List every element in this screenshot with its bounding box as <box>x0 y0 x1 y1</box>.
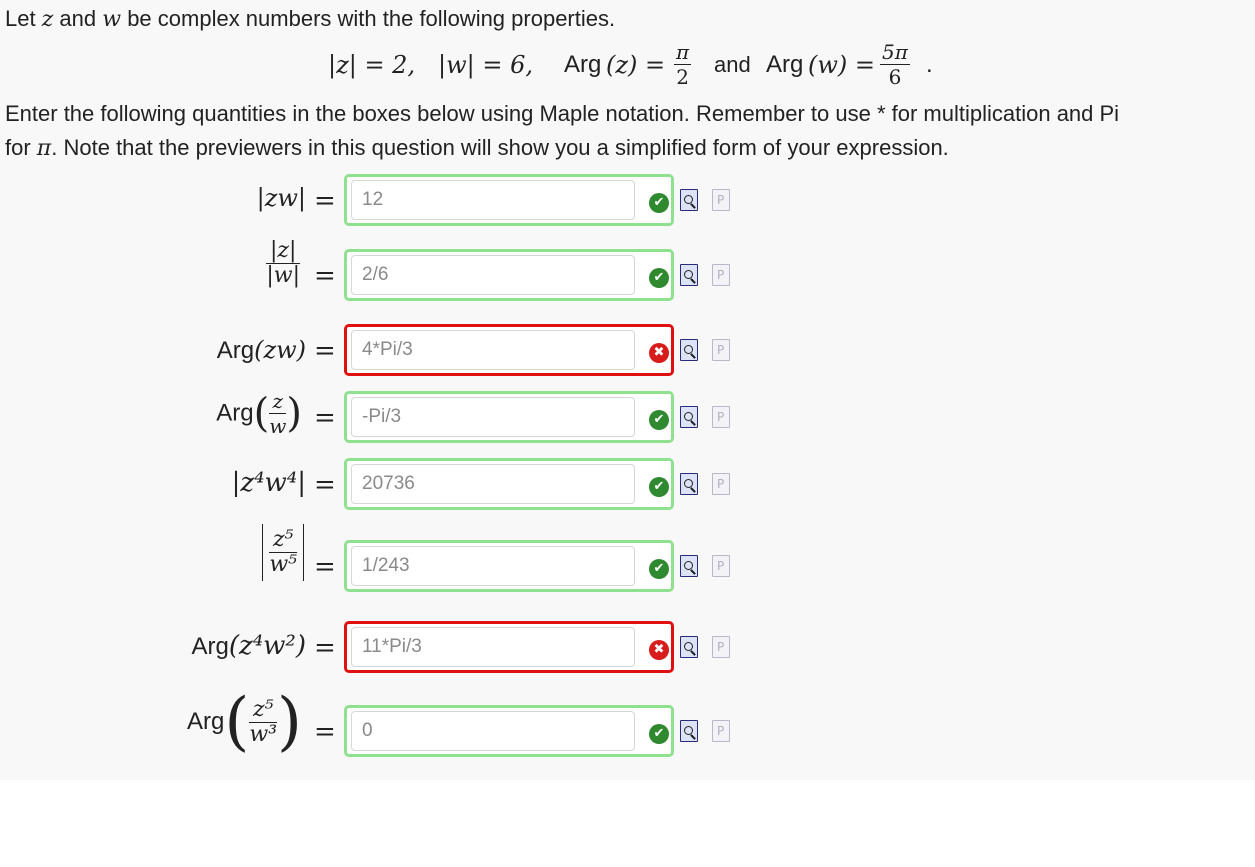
cross-icon: ✖ <box>649 640 669 660</box>
row-label: |z| |w| <box>266 238 300 288</box>
equals-sign: = <box>314 186 336 216</box>
check-icon: ✔ <box>649 410 669 430</box>
answer-row-8: Arg( z⁵ w³ ) = ✔ <box>0 685 800 759</box>
answer-field-frame: ✖ <box>344 621 674 673</box>
check-icon: ✔ <box>649 477 669 497</box>
preview-magnifier-icon[interactable] <box>680 406 698 428</box>
maple-palette-icon[interactable] <box>712 189 730 211</box>
answer-input-5[interactable] <box>351 464 635 504</box>
answer-input-6[interactable] <box>351 546 635 586</box>
maple-palette-icon[interactable] <box>712 720 730 742</box>
preview-magnifier-icon[interactable] <box>680 555 698 577</box>
answer-field-frame: ✔ <box>344 540 674 592</box>
answer-field-frame: ✖ <box>344 324 674 376</box>
maple-palette-icon[interactable] <box>712 264 730 286</box>
equals-sign: = <box>314 403 336 433</box>
intro-line-1: Let z and w be complex numbers with the … <box>5 6 616 32</box>
preview-magnifier-icon[interactable] <box>680 473 698 495</box>
answer-row-6: z⁵ w⁵ = ✔ <box>0 524 800 594</box>
equals-sign: = <box>314 633 336 663</box>
answer-input-4[interactable] <box>351 397 635 437</box>
answer-input-8[interactable] <box>351 711 635 751</box>
answer-row-7: Arg(z⁴w²) = ✖ <box>0 621 800 675</box>
check-icon: ✔ <box>649 193 669 213</box>
question-panel: Let z and w be complex numbers with the … <box>0 0 1255 780</box>
row-label: Arg( z⁵ w³ ) <box>187 685 302 759</box>
check-icon: ✔ <box>649 559 669 579</box>
answer-row-5: |z⁴w⁴| = ✔ <box>0 458 800 512</box>
row-label: Arg( z w ) <box>216 389 302 438</box>
answer-field-frame: ✔ <box>344 174 674 226</box>
equals-sign: = <box>314 717 336 747</box>
intro-line-3: for π. Note that the previewers in this … <box>5 135 949 161</box>
maple-palette-icon[interactable] <box>712 406 730 428</box>
check-icon: ✔ <box>649 268 669 288</box>
check-icon: ✔ <box>649 724 669 744</box>
equals-sign: = <box>314 336 336 366</box>
answer-input-7[interactable] <box>351 627 635 667</box>
maple-palette-icon[interactable] <box>712 636 730 658</box>
preview-magnifier-icon[interactable] <box>680 339 698 361</box>
cross-icon: ✖ <box>649 343 669 363</box>
maple-palette-icon[interactable] <box>712 339 730 361</box>
equals-sign: = <box>314 261 336 291</box>
answer-input-1[interactable] <box>351 180 635 220</box>
preview-magnifier-icon[interactable] <box>680 720 698 742</box>
row-label: z⁵ w⁵ <box>262 524 304 581</box>
preview-magnifier-icon[interactable] <box>680 189 698 211</box>
answer-row-1: |zw| = ✔ <box>0 174 800 228</box>
answer-row-4: Arg( z w ) = ✔ <box>0 389 800 445</box>
answer-field-frame: ✔ <box>344 249 674 301</box>
preview-magnifier-icon[interactable] <box>680 636 698 658</box>
row-label: Arg(z⁴w²) <box>191 631 306 661</box>
intro-line-2: Enter the following quantities in the bo… <box>5 101 1120 126</box>
equals-sign: = <box>314 470 336 500</box>
preview-magnifier-icon[interactable] <box>680 264 698 286</box>
row-label: Arg(zw) <box>216 336 306 364</box>
answer-input-2[interactable] <box>351 255 635 295</box>
row-label: |z⁴w⁴| <box>231 468 306 498</box>
answer-field-frame: ✔ <box>344 391 674 443</box>
equals-sign: = <box>314 552 336 582</box>
answer-input-3[interactable] <box>351 330 635 370</box>
maple-palette-icon[interactable] <box>712 555 730 577</box>
answer-field-frame: ✔ <box>344 705 674 757</box>
answer-row-2: |z| |w| = ✔ <box>0 239 800 303</box>
maple-palette-icon[interactable] <box>712 473 730 495</box>
answer-row-3: Arg(zw) = ✖ <box>0 324 800 378</box>
row-label: |zw| <box>256 184 306 212</box>
answer-field-frame: ✔ <box>344 458 674 510</box>
